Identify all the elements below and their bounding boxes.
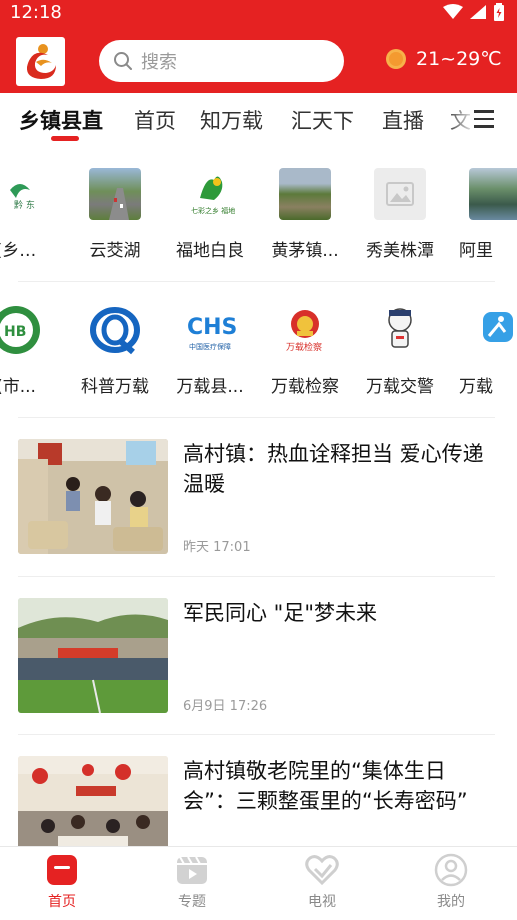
news-item[interactable]: 军民同心 "足"梦未来 6月9日 17:26	[0, 598, 517, 728]
news-time: 6月9日 17:26	[183, 699, 268, 714]
nav-label: 我的	[437, 894, 465, 910]
news-thumbnail	[18, 598, 168, 713]
placeholder-image-icon	[374, 168, 426, 220]
status-bar: 12:18	[0, 0, 517, 26]
shortcut-label: 黄茅镇...	[271, 241, 339, 261]
channel-menu-button[interactable]	[472, 93, 502, 145]
shortcut-item[interactable]: 秀美株潭	[354, 168, 446, 288]
news-item[interactable]: 高村镇：热血诠释担当 爱心传递温暖 昨天 17:01	[0, 439, 517, 569]
highway-photo-icon	[89, 168, 141, 220]
news-thumbnail	[18, 439, 168, 554]
sun-icon	[386, 49, 406, 69]
shortcut-label: (市...	[0, 377, 36, 397]
signal-icon	[470, 5, 486, 19]
tab-home[interactable]: 首页	[134, 105, 176, 135]
town-logo-icon: 黔 东	[0, 168, 42, 220]
shortcut-row-1: 黔 东 (乡… 云茭湖 七彩之乡 福地白良 福地白良 黄茅镇... 秀美株潭 阿…	[0, 168, 517, 288]
nav-tv[interactable]: 电视	[257, 847, 387, 920]
shortcut-item[interactable]: HB (市...	[0, 304, 62, 424]
battery-icon	[494, 3, 504, 21]
app-header: 12:18 搜索 21~29℃	[0, 0, 517, 93]
shortcut-label: 万载	[459, 377, 493, 397]
shortcut-item[interactable]: 万载检察 万载检察	[259, 304, 351, 424]
svg-text:中国医疗保障: 中国医疗保障	[189, 342, 231, 351]
tv-icon	[305, 855, 339, 886]
wifi-icon	[443, 4, 463, 19]
news-title: 军民同心 "足"梦未来	[183, 601, 377, 625]
home-icon	[47, 855, 77, 885]
news-title: 高村镇敬老院里的“集体生日会”：三颗整蛋里的“长寿密码”	[183, 759, 468, 813]
weather-widget[interactable]: 21~29℃	[385, 48, 502, 70]
nav-label: 电视	[308, 894, 336, 910]
procuratorate-emblem-icon: 万载检察	[279, 304, 331, 356]
green-seal-icon: HB	[0, 304, 42, 356]
app-logo[interactable]	[16, 37, 65, 86]
shortcut-label: 科普万载	[81, 377, 149, 397]
nav-home[interactable]: 首页	[0, 847, 127, 920]
bailiang-logo-icon: 七彩之乡 福地白良	[184, 168, 236, 220]
nav-topics[interactable]: 专题	[127, 847, 257, 920]
science-logo-icon	[89, 304, 141, 356]
shortcut-item[interactable]: 云茭湖	[69, 168, 161, 288]
shortcut-item[interactable]: 黄茅镇...	[259, 168, 351, 288]
active-tab-indicator	[51, 136, 79, 141]
divider	[18, 576, 495, 577]
blue-figure-logo-icon	[469, 304, 517, 356]
news-title: 高村镇：热血诠释担当 爱心传递温暖	[183, 442, 484, 496]
svg-text:CHS: CHS	[187, 315, 236, 340]
bottom-navigation: 首页 专题 电视 我的	[0, 846, 517, 920]
tab-towns[interactable]: 乡镇县直	[19, 105, 103, 135]
menu-icon	[474, 110, 494, 113]
shortcut-item[interactable]: 七彩之乡 福地白良 福地白良	[164, 168, 256, 288]
app-logo-icon	[26, 44, 56, 79]
tab-live[interactable]: 直播	[382, 105, 424, 135]
landscape-photo-icon	[279, 168, 331, 220]
divider	[18, 417, 495, 418]
search-icon	[114, 52, 132, 70]
profile-icon	[434, 853, 468, 887]
svg-text:HB: HB	[4, 324, 26, 340]
shortcut-item[interactable]: 阿里	[449, 168, 517, 288]
nav-label: 首页	[48, 894, 76, 910]
search-placeholder: 搜索	[141, 52, 177, 73]
shortcut-item[interactable]: 科普万载	[69, 304, 161, 424]
shortcut-item[interactable]: 黔 东 (乡…	[0, 168, 62, 288]
status-time: 12:18	[10, 2, 62, 23]
shortcut-label: 秀美株潭	[366, 241, 434, 261]
nav-label: 专题	[178, 894, 206, 910]
shortcut-label: 阿里	[459, 241, 493, 261]
tab-hui-tianxia[interactable]: 汇天下	[291, 105, 354, 135]
shortcut-label: 万载检察	[271, 377, 339, 397]
shortcut-item[interactable]: 万载交警	[354, 304, 446, 424]
divider	[18, 281, 495, 282]
shortcut-label: 万载县...	[176, 377, 244, 397]
shortcut-label: 万载交警	[366, 377, 434, 397]
traffic-police-mascot-icon	[374, 304, 426, 356]
divider	[18, 734, 495, 735]
shortcut-row-2: HB (市... 科普万载 CHS 中国医疗保障 万载县... 万载检察 万载检察…	[0, 304, 517, 424]
shortcut-item[interactable]: CHS 中国医疗保障 万载县...	[164, 304, 256, 424]
topic-icon	[177, 856, 207, 884]
weather-temp: 21~29℃	[416, 48, 502, 70]
svg-text:黔 东: 黔 东	[14, 199, 35, 211]
search-input[interactable]: 搜索	[99, 40, 344, 82]
svg-text:万载检察: 万载检察	[286, 341, 322, 353]
tab-zhi-wanzai[interactable]: 知万载	[200, 105, 263, 135]
news-time: 昨天 17:01	[183, 540, 251, 555]
shortcut-label: 云茭湖	[89, 241, 141, 261]
svg-text:七彩之乡 福地白良: 七彩之乡 福地白良	[191, 206, 236, 215]
chs-medical-logo-icon: CHS 中国医疗保障	[184, 304, 236, 356]
shortcut-item[interactable]: 万载	[449, 304, 517, 424]
lake-photo-icon	[469, 168, 517, 220]
shortcut-label: 福地白良	[176, 241, 244, 261]
shortcut-label: (乡…	[0, 241, 37, 261]
nav-profile[interactable]: 我的	[386, 847, 516, 920]
